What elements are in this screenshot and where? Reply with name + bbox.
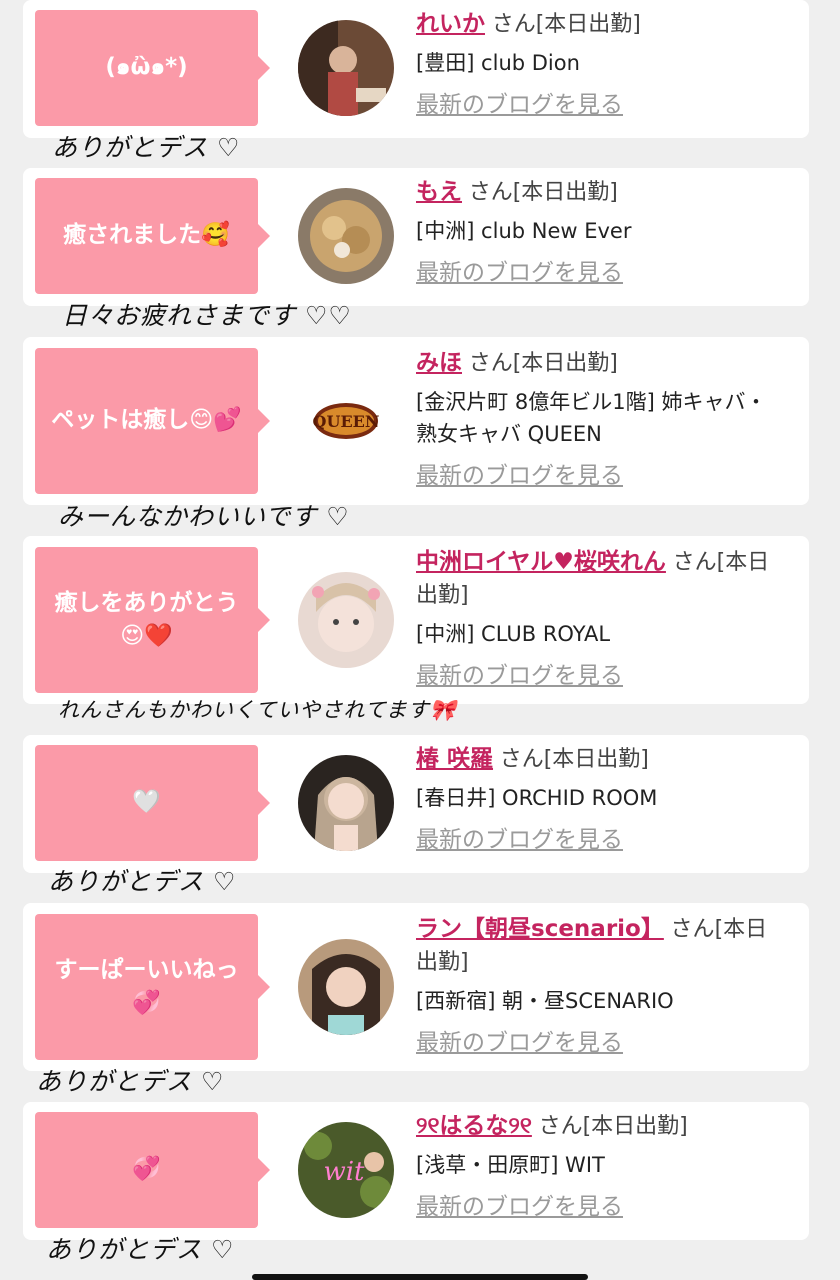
status-label: [本日出勤]	[582, 1114, 688, 1139]
status-label: [本日出勤]	[535, 12, 641, 37]
message-card: 🤍 椿 咲羅 さん[本日出勤] [春日井] ORCHID ROOM 最新のブログ…	[23, 735, 809, 873]
avatar[interactable]	[298, 20, 394, 116]
blog-link[interactable]: 最新のブログを見る	[416, 257, 786, 289]
status-label: [本日出勤]	[512, 351, 618, 376]
message-text: すーぱーいいねっ💞	[54, 956, 239, 1016]
shop-label: [中洲] club New Ever	[416, 219, 632, 243]
shop-label: [豊田] club Dion	[416, 51, 580, 75]
cast-name-link[interactable]: もえ	[416, 179, 462, 205]
avatar[interactable]	[298, 572, 394, 668]
honorific: さん	[491, 12, 536, 37]
handwritten-note: れんさんもかわいくていやされてます🎀	[58, 698, 457, 722]
shop-label: [西新宿] 朝・昼SCENARIO	[416, 989, 674, 1013]
message-card: 💞 wit ୨୧はるな୨୧ さん[本日出勤] [浅草・田原町] WIT 最新のブ…	[23, 1102, 809, 1240]
shop-label: [浅草・田原町] WIT	[416, 1153, 605, 1177]
cast-name-link[interactable]: 中洲ロイヤル♥桜咲れん	[416, 549, 666, 575]
blog-link[interactable]: 最新のブログを見る	[416, 1191, 786, 1223]
honorific: さん	[670, 917, 715, 942]
message-bubble: ペットは癒し😊💕	[35, 348, 270, 494]
svg-text:wit: wit	[323, 1157, 365, 1187]
message-bubble: 💞	[35, 1112, 270, 1228]
blog-link[interactable]: 最新のブログを見る	[416, 1027, 786, 1059]
message-bubble: (๑ὢ๑*)	[35, 10, 270, 126]
message-text: (๑ὢ๑*)	[105, 54, 188, 81]
blog-link[interactable]: 最新のブログを見る	[416, 460, 786, 492]
message-bubble: すーぱーいいねっ💞	[35, 914, 270, 1060]
shop-label: [中洲] CLUB ROYAL	[416, 622, 611, 646]
handwritten-note: みーんなかわいいです ♡	[58, 502, 350, 531]
avatar[interactable]	[298, 755, 394, 851]
blog-link[interactable]: 最新のブログを見る	[416, 89, 786, 121]
blog-link[interactable]: 最新のブログを見る	[416, 660, 786, 692]
handwritten-note: ありがとデス ♡	[46, 1235, 235, 1264]
cast-name-link[interactable]: ラン【朝昼scenario】	[416, 916, 664, 942]
honorific: さん	[499, 747, 544, 772]
handwritten-note: ありがとデス ♡	[36, 1067, 225, 1096]
honorific: さん	[468, 180, 513, 205]
cast-name-link[interactable]: みほ	[416, 350, 462, 376]
avatar[interactable]: wit	[298, 1122, 394, 1218]
honorific: さん	[468, 351, 513, 376]
handwritten-note: ありがとデス ♡	[52, 133, 241, 162]
message-text: 💞	[132, 1156, 161, 1183]
svg-text:QUEEN: QUEEN	[313, 412, 380, 431]
shop-label: [春日井] ORCHID ROOM	[416, 786, 658, 810]
message-text: 🤍	[132, 789, 161, 816]
message-bubble: 癒されました🥰	[35, 178, 270, 294]
message-bubble: 🤍	[35, 745, 270, 861]
message-card: すーぱーいいねっ💞 ラン【朝昼scenario】 さん[本日出勤] [西新宿] …	[23, 903, 809, 1071]
status-label: [本日出勤]	[543, 747, 649, 772]
cast-name-link[interactable]: 椿 咲羅	[416, 746, 493, 772]
avatar[interactable]	[298, 188, 394, 284]
message-card: ペットは癒し😊💕 QUEEN みほ さん[本日出勤] [金沢片町 8億年ビル1階…	[23, 337, 809, 505]
home-indicator[interactable]	[252, 1274, 588, 1280]
message-text: 癒しをありがとう😍❤️	[54, 589, 239, 649]
message-bubble: 癒しをありがとう😍❤️	[35, 547, 270, 693]
cast-name-link[interactable]: ୨୧はるな୨୧	[416, 1113, 532, 1139]
honorific: さん	[672, 550, 717, 575]
blog-link[interactable]: 最新のブログを見る	[416, 824, 786, 856]
message-card: (๑ὢ๑*) れいか さん[本日出勤] [豊田] club Dion 最新のブロ…	[23, 0, 809, 138]
honorific: さん	[538, 1114, 583, 1139]
message-text: ペットは癒し😊💕	[51, 407, 242, 434]
cast-name-link[interactable]: れいか	[416, 11, 485, 37]
handwritten-note: ありがとデス ♡	[48, 867, 237, 896]
message-card: 癒されました🥰 もえ さん[本日出勤] [中洲] club New Ever 最…	[23, 168, 809, 306]
avatar[interactable]	[298, 939, 394, 1035]
message-card: 癒しをありがとう😍❤️ 中洲ロイヤル♥桜咲れん さん[本日出勤] [中洲] CL…	[23, 536, 809, 704]
status-label: [本日出勤]	[512, 180, 618, 205]
shop-label: [金沢片町 8億年ビル1階] 姉キャバ・熟女キャバ QUEEN	[416, 390, 767, 446]
avatar[interactable]: QUEEN	[298, 373, 394, 469]
message-text: 癒されました🥰	[63, 222, 230, 249]
handwritten-note: 日々お疲れさまです ♡♡	[62, 301, 352, 330]
